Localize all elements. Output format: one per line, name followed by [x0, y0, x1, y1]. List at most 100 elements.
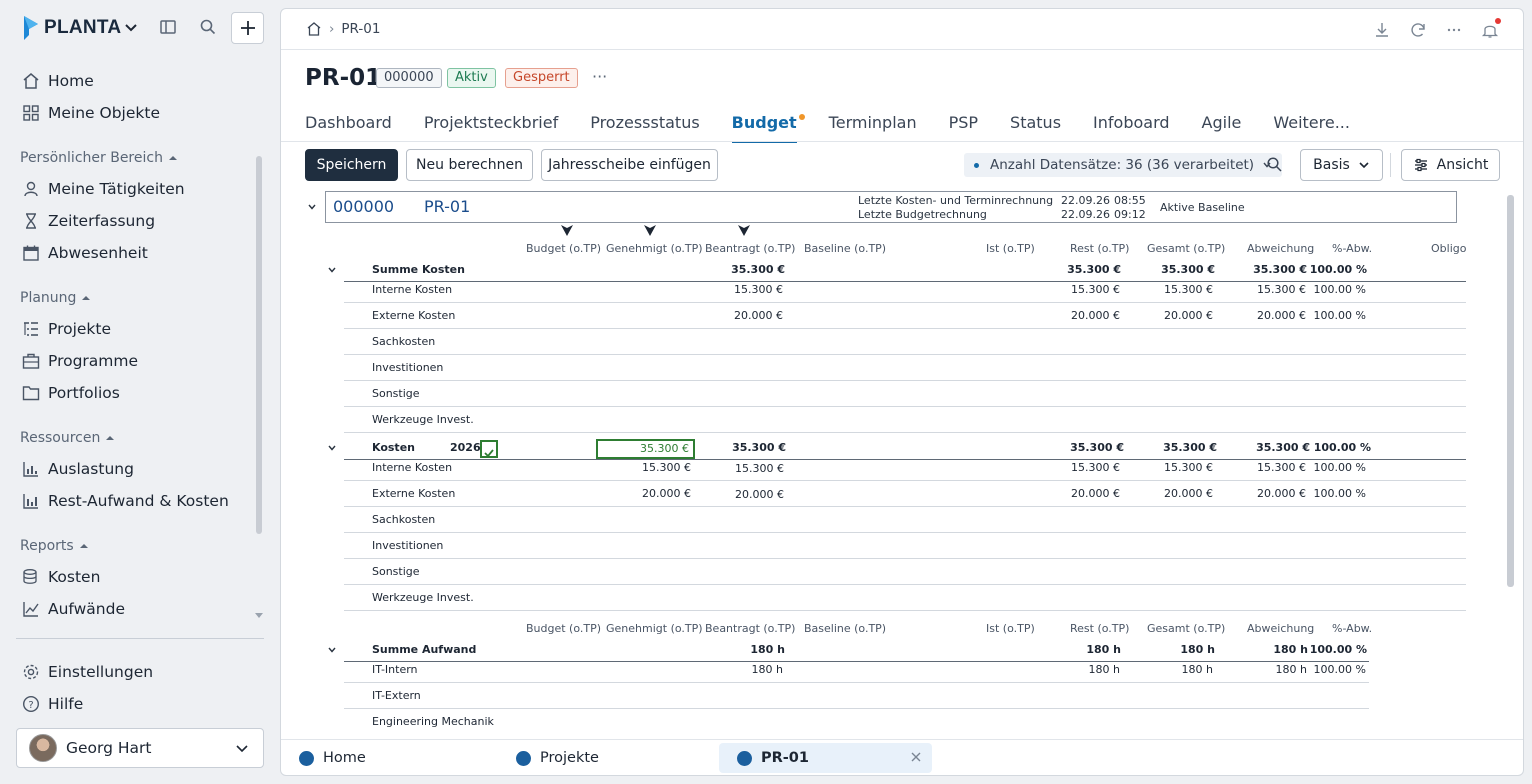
divider — [281, 141, 1523, 142]
collapse-project-icon[interactable] — [307, 202, 317, 212]
record-count-dropdown[interactable]: Anzahl Datensätze: 36 (36 verarbeitet) — [964, 153, 1283, 177]
nav-abwesenheit[interactable]: Abwesenheit — [22, 240, 148, 266]
nav-kosten[interactable]: Kosten — [22, 564, 100, 590]
coins-icon — [22, 568, 40, 586]
tab-terminplan[interactable]: Terminplan — [829, 113, 917, 143]
copy-arrow-icon[interactable] — [737, 224, 751, 237]
nav-meine-objekte[interactable]: Meine Objekte — [22, 100, 160, 126]
section-planung[interactable]: Planung — [20, 290, 91, 306]
nav-hilfe[interactable]: ? Hilfe — [22, 691, 83, 717]
close-icon[interactable] — [910, 751, 922, 763]
row-divider — [344, 354, 1466, 355]
collapse-row-icon[interactable] — [327, 265, 337, 275]
person-icon — [22, 180, 40, 198]
section-persoenlicher-bereich[interactable]: Persönlicher Bereich — [20, 150, 178, 166]
create-new-button[interactable] — [231, 12, 264, 44]
task-pr-01[interactable]: PR-01 — [719, 743, 932, 773]
bar-chart-icon — [22, 460, 40, 478]
cell-gesamt: 35.300 € — [1163, 441, 1217, 454]
sidebar-toggle-icon[interactable] — [159, 18, 179, 38]
section-title: Reports — [20, 538, 74, 554]
sidebar-scrollbar[interactable] — [256, 156, 262, 534]
nav-meine-taetigkeiten[interactable]: Meine Tätigkeiten — [22, 176, 185, 202]
row-label: Investitionen — [372, 361, 444, 374]
download-icon[interactable] — [1373, 21, 1391, 39]
cell-gesamt: 15.300 € — [1164, 461, 1213, 474]
task-dot — [516, 750, 531, 766]
tab-budget[interactable]: Budget — [731, 113, 805, 143]
more-icon[interactable] — [1445, 21, 1463, 39]
cell-gesamt: 20.000 € — [1164, 309, 1213, 322]
nav-aufwaende[interactable]: Aufwände — [22, 596, 125, 622]
cell-rest: 20.000 € — [1071, 487, 1120, 500]
search-icon[interactable] — [1266, 156, 1283, 173]
brand[interactable]: PLANTA — [22, 14, 121, 42]
chevron-down-icon — [235, 742, 249, 756]
nav-home[interactable]: Home — [22, 68, 94, 94]
tab-label: Budget — [731, 113, 797, 132]
tab-infoboard[interactable]: Infoboard — [1093, 113, 1169, 143]
insert-year-button[interactable]: Jahresscheibe einfügen — [541, 149, 718, 181]
task-label: Projekte — [540, 750, 599, 766]
scroll-down-icon[interactable] — [254, 612, 264, 620]
row-label: Sonstige — [372, 387, 420, 400]
bar-chart-icon — [22, 492, 40, 510]
genehmigt-input[interactable]: 35.300 € — [596, 439, 695, 459]
nav-label: Kosten — [48, 568, 101, 586]
section-title: Persönlicher Bereich — [20, 150, 163, 166]
checkmark-icon — [482, 446, 496, 460]
view-button[interactable]: Ansicht — [1401, 149, 1500, 181]
tab-dashboard[interactable]: Dashboard — [305, 113, 392, 143]
divider — [281, 49, 1523, 50]
nav-label: Hilfe — [48, 695, 84, 713]
grid-scrollbar[interactable] — [1507, 195, 1514, 587]
cell-rest: 20.000 € — [1071, 309, 1120, 322]
chevron-down-icon[interactable] — [124, 21, 138, 35]
task-home[interactable]: Home — [281, 743, 481, 773]
tab-psp[interactable]: PSP — [949, 113, 978, 143]
row-divider — [344, 610, 1466, 611]
row-label: Sachkosten — [372, 513, 436, 526]
column-header: Baseline (o.TP) — [804, 242, 887, 255]
task-projekte[interactable]: Projekte — [498, 743, 698, 773]
column-header: Abweichung — [1247, 242, 1315, 255]
nav-einstellungen[interactable]: Einstellungen — [22, 659, 153, 685]
tab-projektsteckbrief[interactable]: Projektsteckbrief — [424, 113, 558, 143]
cell-gesamt: 15.300 € — [1164, 283, 1213, 296]
notification-bell-icon[interactable] — [1481, 18, 1501, 39]
year-checkbox[interactable] — [480, 440, 498, 458]
copy-arrow-icon[interactable] — [560, 224, 574, 237]
nav-auslastung[interactable]: Auslastung — [22, 456, 134, 482]
recalc-button[interactable]: Neu berechnen — [406, 149, 533, 181]
refresh-icon[interactable] — [1409, 21, 1427, 39]
collapse-row-icon[interactable] — [327, 443, 337, 453]
nav-rest-aufwand-kosten[interactable]: Rest-Aufwand & Kosten — [22, 488, 229, 514]
save-button[interactable]: Speichern — [305, 149, 398, 181]
nav-programme[interactable]: Programme — [22, 348, 138, 374]
section-reports[interactable]: Reports — [20, 538, 89, 554]
header-actions — [1373, 18, 1501, 39]
section-ressourcen[interactable]: Ressourcen — [20, 430, 115, 446]
nav-label: Projekte — [48, 320, 112, 338]
collapse-row-icon[interactable] — [327, 645, 337, 655]
nav-projekte[interactable]: Projekte — [22, 316, 111, 342]
cell-beantragt: 15.300 € — [735, 462, 784, 475]
brand-name: PLANTA — [44, 17, 122, 38]
copy-arrow-icon[interactable] — [643, 224, 657, 237]
title-more-button[interactable]: ··· — [592, 67, 607, 86]
tab-prozessstatus[interactable]: Prozessstatus — [590, 113, 699, 143]
user-menu[interactable]: Georg Hart — [16, 728, 264, 768]
tab-agile[interactable]: Agile — [1202, 113, 1242, 143]
row-divider — [344, 302, 1466, 303]
cell-pabw: 100.00 % — [1313, 441, 1371, 454]
list-tree-icon — [22, 320, 40, 338]
search-icon[interactable] — [199, 18, 219, 38]
tab-status[interactable]: Status — [1010, 113, 1061, 143]
breadcrumb-current[interactable]: PR-01 — [341, 21, 380, 37]
view-label: Ansicht — [1436, 157, 1489, 173]
nav-zeiterfassung[interactable]: Zeiterfassung — [22, 208, 155, 234]
home-icon[interactable] — [306, 21, 322, 37]
basis-dropdown[interactable]: Basis — [1300, 149, 1383, 181]
tab-weitere[interactable]: Weitere... — [1273, 113, 1350, 143]
nav-portfolios[interactable]: Portfolios — [22, 380, 120, 406]
